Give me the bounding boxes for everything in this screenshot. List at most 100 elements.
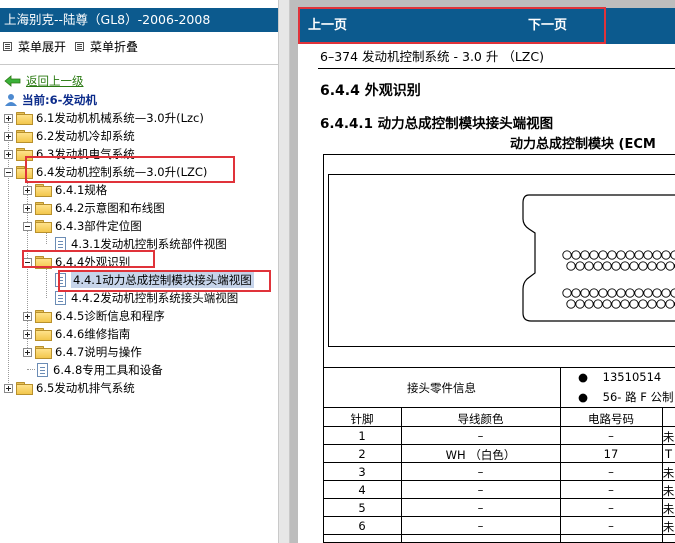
expand-icon[interactable] [23, 329, 32, 339]
circuit-cell: – [608, 465, 614, 479]
expand-icon[interactable] [4, 131, 13, 141]
folder-icon [35, 202, 52, 215]
pane-splitter[interactable] [278, 0, 290, 543]
page-nav-bar: 上一页 下一页 [298, 8, 675, 44]
tree-item-appearance[interactable]: 6.4.4外观识别 [23, 253, 130, 271]
function-cell: 未 [662, 466, 675, 480]
tree-item-label: 6.4.2示意图和布线图 [55, 201, 165, 215]
tree-item-label: 6.4.6维修指南 [55, 327, 131, 341]
tree-item-label: 6.5发动机排气系统 [36, 381, 135, 395]
wire-color-cell: – [477, 429, 484, 443]
menu-expand-button[interactable]: 菜单展开 [3, 38, 66, 54]
document-icon [55, 273, 66, 287]
expand-icon[interactable] [23, 311, 32, 321]
menu-collapse-label: 菜单折叠 [90, 39, 139, 54]
back-link[interactable]: 返回上一级 [4, 72, 84, 90]
expand-icon[interactable] [23, 347, 32, 357]
connector-diagram [522, 194, 675, 322]
tree-item[interactable]: 6.4.3部件定位图 [23, 217, 142, 235]
back-link-label: 返回上一级 [26, 74, 84, 88]
function-cell: 未 [662, 430, 675, 444]
function-cell: 未 [662, 520, 675, 534]
collapse-icon[interactable] [4, 167, 13, 177]
tree-item[interactable]: 6.4.7说明与操作 [23, 343, 142, 361]
tree-item-label: 6.4.4外观识别 [55, 255, 131, 269]
expand-icon[interactable] [23, 185, 32, 195]
user-icon [5, 94, 17, 106]
expand-icon[interactable] [23, 203, 32, 213]
tree-item-label: 6.4.3部件定位图 [55, 219, 142, 233]
tree-item-label: 6.4.8专用工具和设备 [53, 363, 163, 377]
tree-item[interactable]: 6.4.5诊断信息和程序 [23, 307, 165, 325]
function-cell: 未 [662, 484, 675, 498]
wire-color-cell: – [477, 501, 484, 515]
wire-color-cell: WH （白色） [445, 448, 516, 462]
connector-bullet: ● 13510514 [578, 370, 662, 384]
folder-icon [35, 184, 52, 197]
tree-item[interactable]: 6.4.6维修指南 [23, 325, 130, 343]
menu-collapse-button[interactable]: 菜单折叠 [75, 38, 138, 54]
subsection-title: 6.4.4.1 动力总成控制模块接头端视图 [320, 116, 554, 132]
folder-open-icon [35, 256, 52, 269]
tree-item-label: 4.4.1动力总成控制模块接头端视图 [71, 272, 254, 288]
tree-item-selected[interactable]: 4.4.1动力总成控制模块接头端视图 [55, 271, 254, 289]
back-arrow-icon [4, 75, 21, 87]
section-title: 6.4.4 外观识别 [320, 83, 421, 99]
document-icon [55, 291, 66, 305]
function-cell: 未 [662, 502, 675, 516]
current-location-label: 当前:6-发动机 [22, 93, 97, 107]
folder-open-icon [35, 220, 52, 233]
tree-item[interactable]: 6.1发动机机械系统—3.0升(Lzc) [4, 109, 204, 127]
folder-icon [16, 112, 33, 125]
menu-expand-label: 菜单展开 [18, 39, 67, 54]
tree-item-label: 6.2发动机冷却系统 [36, 129, 135, 143]
tree-item[interactable]: 6.5发动机排气系统 [4, 379, 135, 397]
tree-item-label: 4.4.2发动机控制系统接头端视图 [71, 291, 239, 305]
table-header: 针脚 [350, 412, 374, 426]
folder-icon [35, 310, 52, 323]
tree-item-engine-control[interactable]: 6.4发动机控制系统—3.0升(LZC) [4, 163, 207, 181]
tree-item[interactable]: 6.3发动机电气系统 [4, 145, 135, 163]
prev-page-button[interactable]: 上一页 [308, 8, 347, 44]
expand-icon[interactable] [4, 113, 13, 123]
next-page-button[interactable]: 下一页 [528, 8, 567, 44]
divider [0, 64, 278, 65]
circuit-cell: – [608, 483, 614, 497]
tree-item-label: 6.4发动机控制系统—3.0升(LZC) [36, 165, 208, 179]
current-location: 当前:6-发动机 [4, 91, 97, 109]
expand-icon[interactable] [4, 149, 13, 159]
circuit-cell: – [608, 429, 614, 443]
pin-cell: 6 [358, 519, 366, 533]
tree-item[interactable]: 6.4.8专用工具和设备 [37, 361, 163, 379]
header-rule [318, 68, 675, 69]
pin-cell: 3 [358, 465, 366, 479]
collapse-icon[interactable] [23, 221, 32, 231]
pin-cell: 1 [358, 429, 366, 443]
tree-item-label: 6.4.7说明与操作 [55, 345, 142, 359]
pin-cavities [562, 250, 675, 309]
connector-info-label: 接头零件信息 [407, 381, 476, 395]
folder-icon [16, 382, 33, 395]
folder-icon [35, 346, 52, 359]
figure-title: 动力总成控制模块 (ECM [510, 137, 656, 152]
tree-item[interactable]: 6.4.2示意图和布线图 [23, 199, 165, 217]
tree-item-label: 6.3发动机电气系统 [36, 147, 135, 161]
folder-icon [16, 130, 33, 143]
connector-illustration [328, 174, 675, 347]
tree-item-label: 4.3.1发动机控制系统部件视图 [71, 237, 227, 251]
document-icon [55, 237, 66, 251]
menu-icon [3, 41, 12, 51]
table-header: 导线颜色 [457, 412, 504, 426]
tree-item[interactable]: 6.2发动机冷却系统 [4, 127, 135, 145]
document-page: 6–374 发动机控制系统 - 3.0 升 （LZC) 6.4.4 外观识别 6… [298, 44, 675, 543]
tree-item[interactable]: 4.3.1发动机控制系统部件视图 [55, 235, 227, 253]
expand-icon[interactable] [4, 383, 13, 393]
tree-item-label: 6.4.5诊断信息和程序 [55, 309, 165, 323]
tree-item-label: 6.4.1规格 [55, 183, 108, 197]
tree-item[interactable]: 6.4.1规格 [23, 181, 107, 199]
circuit-cell: – [608, 501, 614, 515]
wire-color-cell: – [477, 483, 484, 497]
tree-item[interactable]: 4.4.2发动机控制系统接头端视图 [55, 289, 238, 307]
collapse-icon[interactable] [23, 257, 32, 267]
pin-cell: 4 [358, 483, 366, 497]
